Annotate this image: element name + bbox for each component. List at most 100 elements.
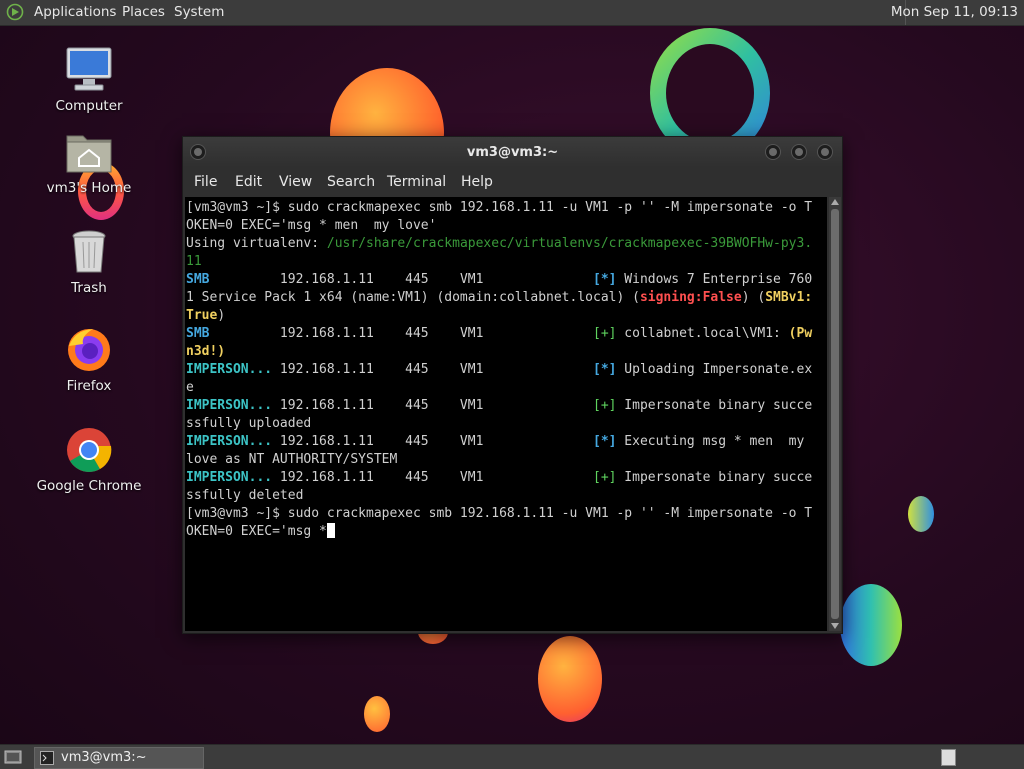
trash-icon — [63, 228, 115, 276]
menu-view[interactable]: View — [279, 174, 312, 190]
terminal-window[interactable]: vm3@vm3:~ File Edit View Search Terminal… — [182, 136, 843, 634]
module-tag: IMPERSON... — [186, 434, 273, 449]
module-tag: IMPERSON... — [186, 362, 273, 377]
venv-path: 11 — [186, 254, 202, 269]
scroll-up-icon[interactable] — [831, 199, 839, 205]
home-folder-icon — [63, 128, 115, 176]
terminal-text: [vm3@vm3 ~]$ sudo crackmapexec smb 192.1… — [186, 200, 813, 215]
terminal-output[interactable]: [vm3@vm3 ~]$ sudo crackmapexec smb 192.1… — [185, 197, 827, 631]
menu-edit[interactable]: Edit — [235, 174, 262, 190]
output-line: e — [186, 379, 827, 397]
pwned-status: n3d!) — [186, 344, 226, 359]
distro-logo-icon[interactable] — [6, 3, 24, 21]
success-marker: [+] — [593, 326, 617, 341]
terminal-text: 192.168.1.11 445 VM1 — [272, 470, 593, 485]
places-menu[interactable]: Places — [122, 4, 165, 20]
terminal-scrollbar[interactable] — [829, 197, 841, 631]
protocol-tag: SMB — [186, 326, 210, 341]
output-line: n3d!) — [186, 343, 827, 361]
output-line: SMB 192.168.1.11 445 VM1 [*] Windows 7 E… — [186, 271, 827, 289]
command-line: OKEN=0 EXEC='msg * men my love' — [186, 217, 827, 235]
desktop-icon-chrome[interactable]: Google Chrome — [34, 426, 144, 494]
menu-help[interactable]: Help — [461, 174, 493, 190]
terminal-text: 192.168.1.11 445 VM1 — [272, 362, 593, 377]
success-marker: [+] — [593, 470, 617, 485]
terminal-text: ssfully uploaded — [186, 416, 312, 431]
menu-search[interactable]: Search — [327, 174, 375, 190]
close-button[interactable] — [817, 144, 833, 160]
desktop-icon-label: Trash — [71, 280, 107, 296]
terminal-text: ) ( — [741, 290, 766, 305]
terminal-text: 192.168.1.11 445 VM1 — [209, 272, 593, 287]
terminal-text: 192.168.1.11 445 VM1 — [272, 398, 593, 413]
desktop-icon-home[interactable]: vm3's Home — [34, 128, 144, 196]
terminal-text: 1 Service Pack 1 x64 (name:VM1) (domain:… — [186, 290, 640, 305]
applications-menu[interactable]: Applications — [34, 4, 116, 20]
wallpaper-orange-blob-3 — [364, 696, 390, 732]
output-line: IMPERSON... 192.168.1.11 445 VM1 [*] Upl… — [186, 361, 827, 379]
window-title: vm3@vm3:~ — [466, 145, 559, 160]
terminal-text: 192.168.1.11 445 VM1 — [209, 326, 593, 341]
terminal-text: love as NT AUTHORITY/SYSTEM — [186, 452, 398, 467]
chrome-icon — [63, 426, 115, 474]
info-marker: [*] — [593, 362, 617, 377]
taskbar-item-terminal[interactable]: vm3@vm3:~ — [34, 747, 204, 769]
output-line: love as NT AUTHORITY/SYSTEM — [186, 451, 827, 469]
terminal-text: collabnet.local\VM1: — [616, 326, 789, 341]
computer-icon — [63, 46, 115, 94]
output-line: IMPERSON... 192.168.1.11 445 VM1 [+] Imp… — [186, 469, 827, 487]
output-line: 1 Service Pack 1 x64 (name:VM1) (domain:… — [186, 289, 827, 307]
terminal-text: e — [186, 380, 194, 395]
terminal-text: [vm3@vm3 ~]$ sudo crackmapexec smb 192.1… — [186, 506, 813, 521]
desktop-icon-label: Firefox — [66, 378, 112, 394]
workspace-switcher[interactable] — [941, 749, 956, 766]
info-marker: [*] — [593, 434, 617, 449]
desktop-icon-label: vm3's Home — [46, 180, 132, 196]
maximize-button[interactable] — [791, 144, 807, 160]
terminal-icon — [40, 751, 54, 765]
smbv1-status: True — [186, 308, 218, 323]
terminal-text: Impersonate binary succe — [616, 398, 813, 413]
clock[interactable]: Mon Sep 11, 09:13 — [891, 4, 1018, 20]
command-line: [vm3@vm3 ~]$ sudo crackmapexec smb 192.1… — [186, 199, 827, 217]
protocol-tag: SMB — [186, 272, 210, 287]
terminal-text: Executing msg * men my — [616, 434, 813, 449]
text-cursor — [326, 523, 335, 538]
menu-file[interactable]: File — [194, 174, 217, 190]
scrollbar-thumb[interactable] — [831, 209, 839, 619]
venv-line: 11 — [186, 253, 827, 271]
output-line: IMPERSON... 192.168.1.11 445 VM1 [*] Exe… — [186, 433, 827, 451]
system-menu[interactable]: System — [174, 4, 224, 20]
wallpaper-green-blue-blob — [840, 584, 902, 666]
signing-status: signing:False — [639, 290, 742, 305]
terminal-text: 192.168.1.11 445 VM1 — [272, 434, 593, 449]
top-panel: Applications Places System Mon Sep 11, 0… — [0, 0, 1024, 26]
desktop-icon-computer[interactable]: Computer — [34, 46, 144, 114]
output-line: SMB 192.168.1.11 445 VM1 [+] collabnet.l… — [186, 325, 827, 343]
scroll-down-icon[interactable] — [831, 623, 839, 629]
command-line: [vm3@vm3 ~]$ sudo crackmapexec smb 192.1… — [186, 505, 827, 523]
minimize-button[interactable] — [765, 144, 781, 160]
venv-path: /usr/share/crackmapexec/virtualenvs/crac… — [326, 236, 813, 251]
desktop-icon-label: Google Chrome — [36, 478, 142, 494]
smbv1-status: SMBv1: — [765, 290, 813, 305]
desktop-icon-firefox[interactable]: Firefox — [34, 326, 144, 394]
info-marker: [*] — [593, 272, 617, 287]
menu-terminal[interactable]: Terminal — [387, 174, 446, 190]
firefox-icon — [63, 326, 115, 374]
window-titlebar[interactable]: vm3@vm3:~ — [183, 137, 842, 167]
wallpaper-orange-blob-2 — [538, 636, 602, 722]
command-line: OKEN=0 EXEC='msg * — [186, 523, 827, 541]
output-line: True) — [186, 307, 827, 325]
output-line: IMPERSON... 192.168.1.11 445 VM1 [+] Imp… — [186, 397, 827, 415]
terminal-text: OKEN=0 EXEC='msg * — [186, 524, 327, 539]
venv-line: Using virtualenv: /usr/share/crackmapexe… — [186, 235, 827, 253]
output-line: ssfully deleted — [186, 487, 827, 505]
module-tag: IMPERSON... — [186, 470, 273, 485]
module-tag: IMPERSON... — [186, 398, 273, 413]
desktop-icon-trash[interactable]: Trash — [34, 228, 144, 296]
success-marker: [+] — [593, 398, 617, 413]
terminal-text: Uploading Impersonate.ex — [616, 362, 813, 377]
pwned-status: (Pw — [788, 326, 813, 341]
show-desktop-icon[interactable] — [4, 748, 22, 766]
